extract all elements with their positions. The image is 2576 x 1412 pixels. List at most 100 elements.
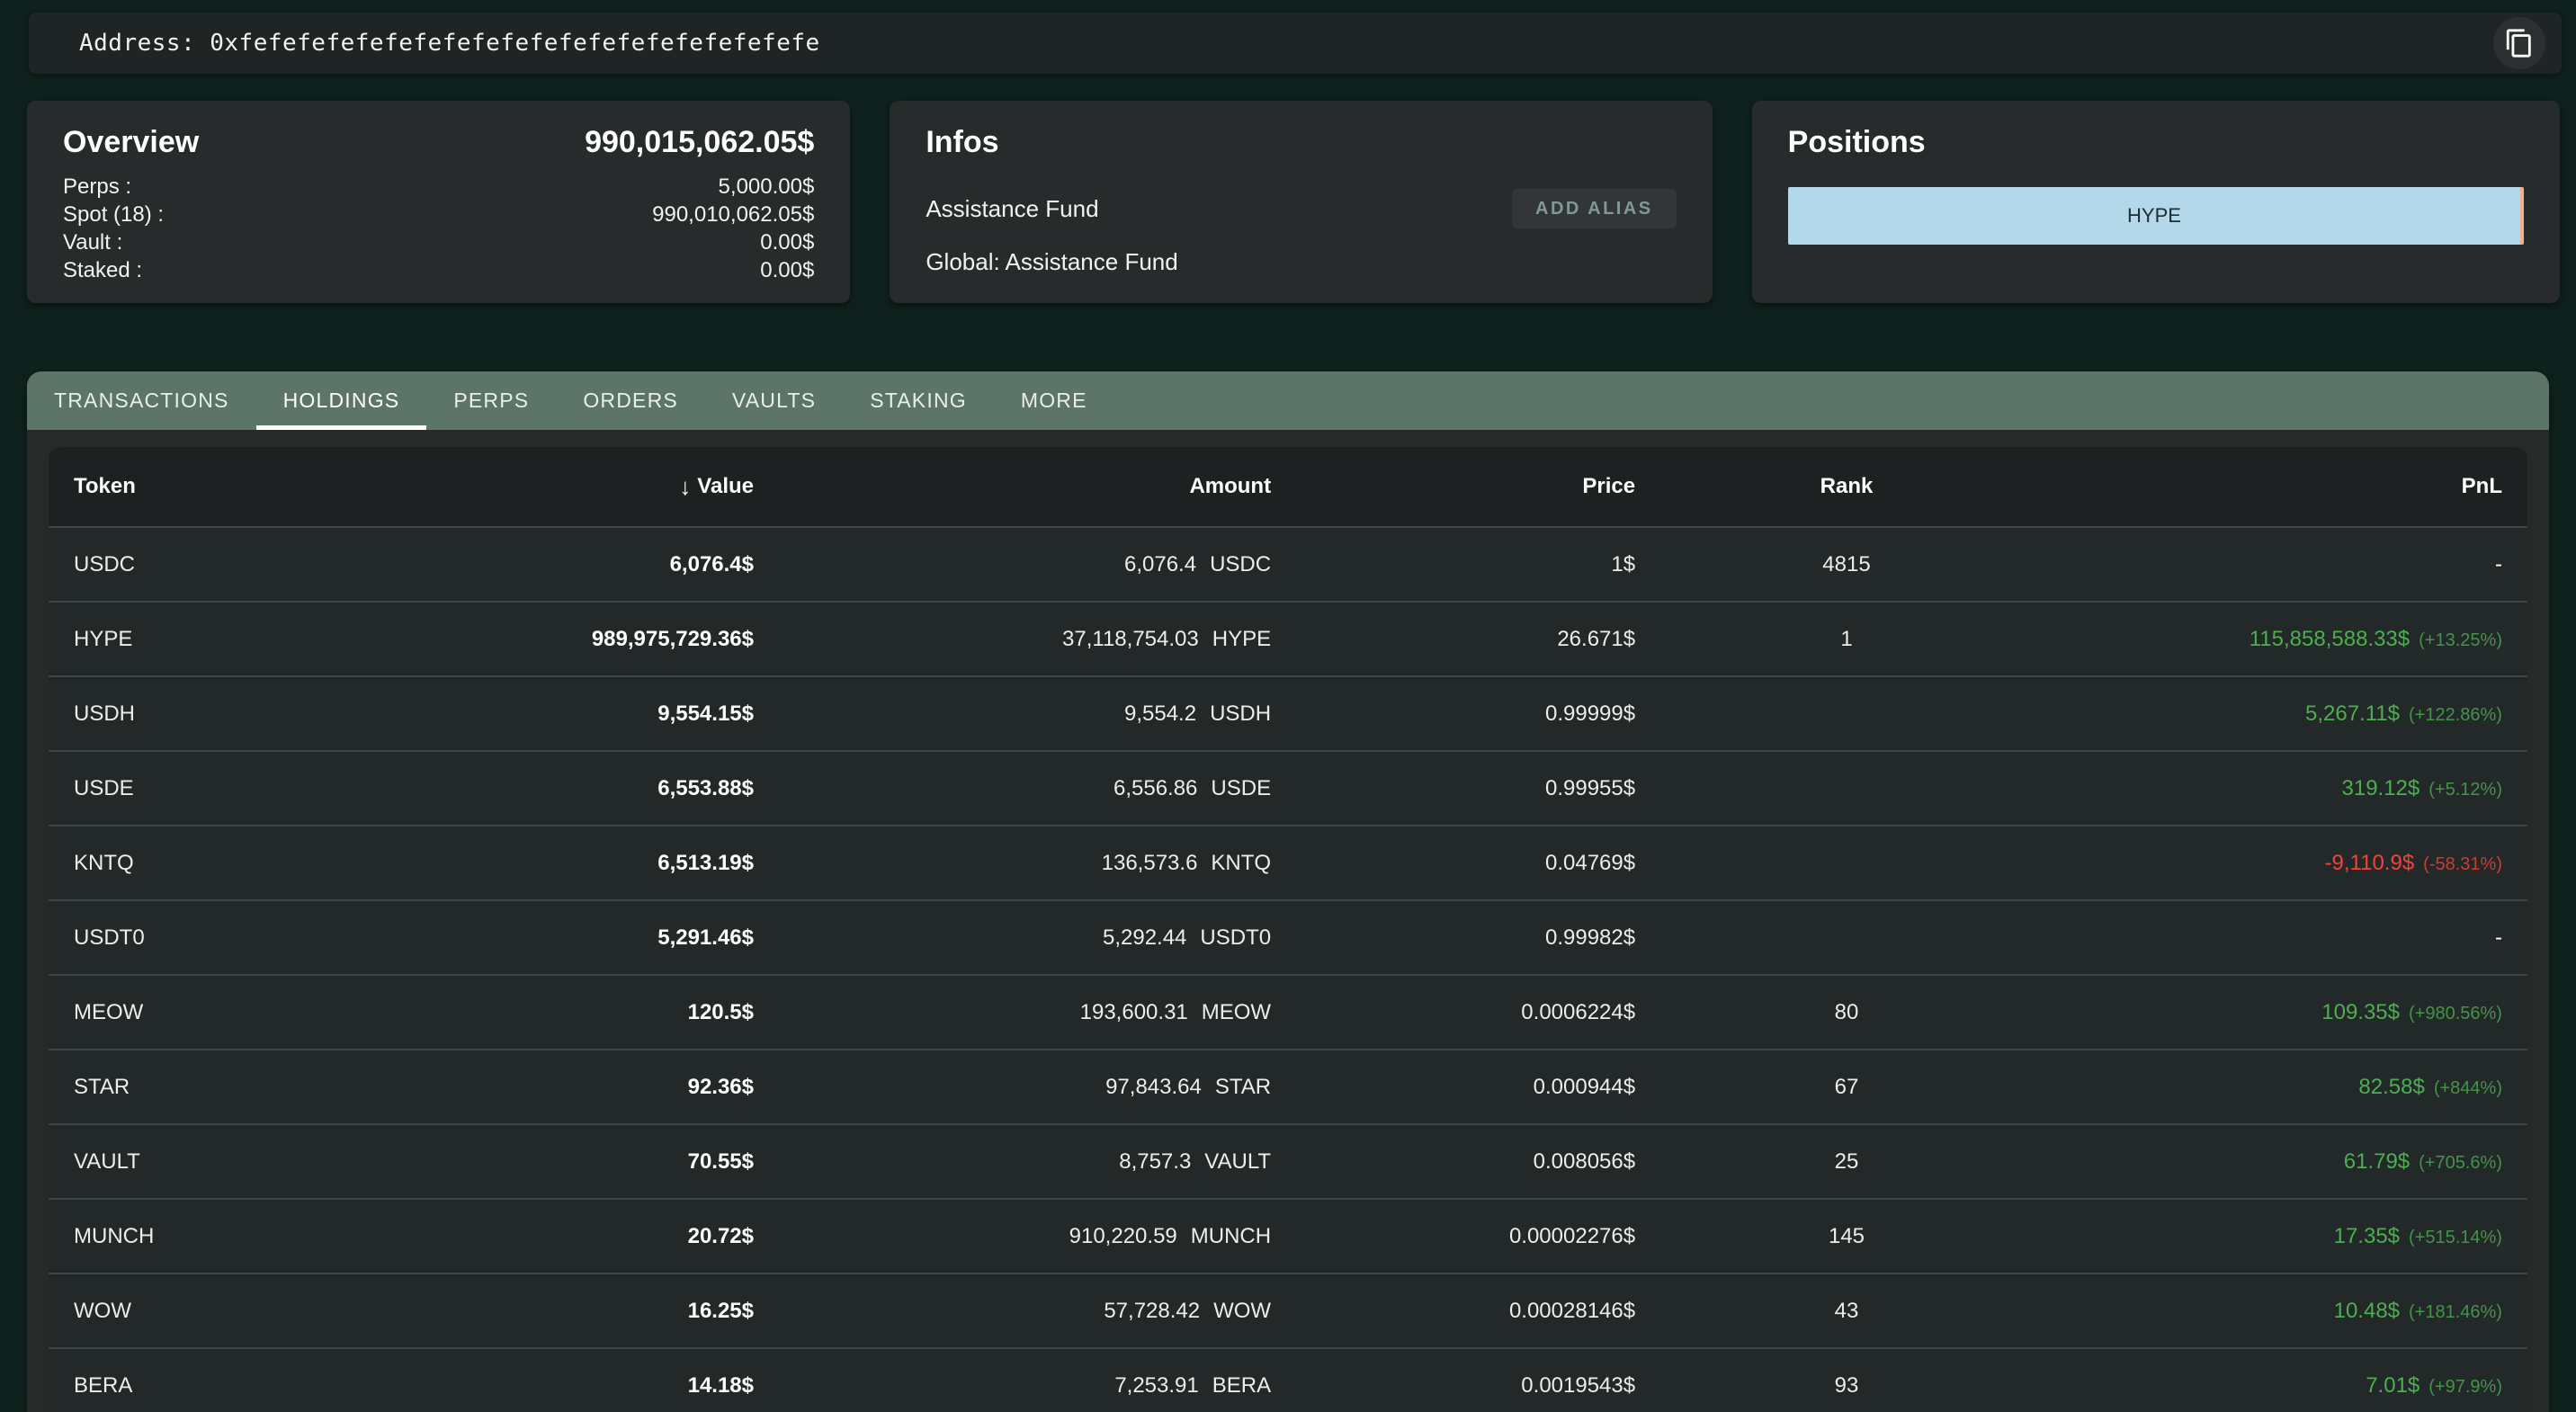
amount-symbol: USDC <box>1210 552 1271 577</box>
copy-icon <box>2504 28 2535 58</box>
amount-symbol: USDT0 <box>1200 925 1271 951</box>
pnl-percent: (+705.6%) <box>2419 1153 2502 1174</box>
cell-value: 6,076.4$ <box>389 552 754 577</box>
position-segment[interactable]: HYPE <box>1788 187 2521 245</box>
cell-price: 0.99955$ <box>1271 776 1635 801</box>
position-segment[interactable] <box>2520 187 2524 245</box>
table-row[interactable]: USDC 6,076.4$ 6,076.4 USDC 1$ 4815 - <box>49 526 2527 601</box>
table-row[interactable]: KNTQ 6,513.19$ 136,573.6 KNTQ 0.04769$ -… <box>49 825 2527 899</box>
cell-pnl: - <box>2058 925 2502 951</box>
pnl-value: 82.58$ <box>2358 1075 2424 1100</box>
column-header-pnl[interactable]: PnL <box>2058 474 2502 499</box>
cell-token: STAR <box>74 1075 389 1100</box>
overview-row-value: 5,000.00$ <box>719 173 815 201</box>
column-header-price[interactable]: Price <box>1271 474 1635 499</box>
pnl-value: 5,267.11$ <box>2305 702 2400 727</box>
table-row[interactable]: USDT0 5,291.46$ 5,292.44 USDT0 0.99982$ … <box>49 899 2527 974</box>
cell-amount: 910,220.59 MUNCH <box>754 1224 1271 1249</box>
position-segment-label: HYPE <box>2127 204 2181 228</box>
sort-desc-icon: ↓ <box>679 473 691 501</box>
positions-card: Positions HYPE <box>1752 101 2560 303</box>
pnl-percent: (+97.9%) <box>2428 1377 2502 1398</box>
column-header-rank[interactable]: Rank <box>1635 474 2058 499</box>
overview-row-value: 990,010,062.05$ <box>652 201 814 228</box>
overview-row: Staked : 0.00$ <box>63 256 814 284</box>
holdings-table: Token ↓ Value Amount Price Rank PnL USDC… <box>49 447 2527 1412</box>
amount-number: 97,843.64 <box>1105 1075 1202 1100</box>
cell-amount: 6,556.86 USDE <box>754 776 1271 801</box>
infos-title: Infos <box>926 122 998 162</box>
copy-address-button[interactable] <box>2493 17 2545 69</box>
address-bar: Address: 0xfefefefefefefefefefefefefefef… <box>29 13 2562 74</box>
cell-amount: 9,554.2 USDH <box>754 702 1271 727</box>
cell-price: 0.99999$ <box>1271 702 1635 727</box>
cell-price: 0.04769$ <box>1271 851 1635 876</box>
cell-value: 989,975,729.36$ <box>389 627 754 652</box>
cell-token: WOW <box>74 1299 389 1324</box>
infos-card: Infos Assistance Fund ADD ALIAS Global: … <box>890 101 1712 303</box>
overview-row-value: 0.00$ <box>760 256 814 284</box>
positions-bar: HYPE <box>1788 187 2524 245</box>
table-row[interactable]: HYPE 989,975,729.36$ 37,118,754.03 HYPE … <box>49 601 2527 675</box>
cell-rank: 1 <box>1635 627 2058 652</box>
column-header-token[interactable]: Token <box>74 474 389 499</box>
cell-rank: 80 <box>1635 1000 2058 1025</box>
pnl-percent: (+181.46%) <box>2409 1302 2502 1323</box>
cell-pnl: 5,267.11$ (+122.86%) <box>2058 702 2502 727</box>
table-row[interactable]: STAR 92.36$ 97,843.64 STAR 0.000944$ 67 … <box>49 1049 2527 1123</box>
cell-token: HYPE <box>74 627 389 652</box>
amount-symbol: USDH <box>1210 702 1271 727</box>
cell-amount: 6,076.4 USDC <box>754 552 1271 577</box>
cell-rank: 67 <box>1635 1075 2058 1100</box>
pnl-value: 109.35$ <box>2321 1000 2400 1025</box>
table-row[interactable]: MUNCH 20.72$ 910,220.59 MUNCH 0.00002276… <box>49 1198 2527 1273</box>
amount-symbol: HYPE <box>1212 627 1271 652</box>
global-alias-text: Global: Assistance Fund <box>926 248 1676 276</box>
tab[interactable]: VAULTS <box>705 371 843 430</box>
table-row[interactable]: VAULT 70.55$ 8,757.3 VAULT 0.008056$ 25 … <box>49 1123 2527 1198</box>
tab[interactable]: TRANSACTIONS <box>27 371 256 430</box>
cell-token: USDT0 <box>74 925 389 951</box>
pnl-value: - <box>2495 552 2502 577</box>
cell-token: USDH <box>74 702 389 727</box>
tab[interactable]: HOLDINGS <box>256 371 427 430</box>
amount-symbol: VAULT <box>1204 1149 1271 1175</box>
amount-number: 7,253.91 <box>1114 1373 1198 1399</box>
amount-number: 910,220.59 <box>1069 1224 1177 1249</box>
address-label: Address: <box>79 30 195 57</box>
cell-token: MEOW <box>74 1000 389 1025</box>
cell-token: USDE <box>74 776 389 801</box>
tab[interactable]: PERPS <box>426 371 556 430</box>
amount-number: 5,292.44 <box>1103 925 1186 951</box>
overview-row-label: Vault : <box>63 228 122 256</box>
table-row[interactable]: MEOW 120.5$ 193,600.31 MEOW 0.0006224$ 8… <box>49 974 2527 1049</box>
cell-amount: 7,253.91 BERA <box>754 1373 1271 1399</box>
column-header-value[interactable]: ↓ Value <box>389 473 754 501</box>
tab[interactable]: STAKING <box>843 371 994 430</box>
cell-value: 92.36$ <box>389 1075 754 1100</box>
tab[interactable]: MORE <box>994 371 1114 430</box>
tab[interactable]: ORDERS <box>556 371 705 430</box>
cell-pnl: 61.79$ (+705.6%) <box>2058 1149 2502 1175</box>
add-alias-button[interactable]: ADD ALIAS <box>1512 189 1677 228</box>
table-row[interactable]: USDH 9,554.15$ 9,554.2 USDH 0.99999$ 5,2… <box>49 675 2527 750</box>
holdings-panel: TRANSACTIONS HOLDINGS PERPS ORDERS VAULT… <box>27 371 2549 1412</box>
column-header-amount[interactable]: Amount <box>754 474 1271 499</box>
table-row[interactable]: WOW 16.25$ 57,728.42 WOW 0.00028146$ 43 … <box>49 1273 2527 1347</box>
cell-value: 120.5$ <box>389 1000 754 1025</box>
table-row[interactable]: USDE 6,553.88$ 6,556.86 USDE 0.99955$ 31… <box>49 750 2527 825</box>
amount-number: 193,600.31 <box>1080 1000 1188 1025</box>
table-row[interactable]: BERA 14.18$ 7,253.91 BERA 0.0019543$ 93 … <box>49 1347 2527 1412</box>
cell-amount: 97,843.64 STAR <box>754 1075 1271 1100</box>
address-value: 0xfefefefefefefefefefefefefefefefefefefe… <box>210 30 819 57</box>
cell-rank: 4815 <box>1635 552 2058 577</box>
pnl-percent: (+515.14%) <box>2409 1228 2502 1248</box>
amount-symbol: KNTQ <box>1211 851 1271 876</box>
cell-value: 16.25$ <box>389 1299 754 1324</box>
amount-number: 6,556.86 <box>1114 776 1197 801</box>
cell-pnl: - <box>2058 552 2502 577</box>
amount-symbol: WOW <box>1213 1299 1271 1324</box>
cell-price: 0.0019543$ <box>1271 1373 1635 1399</box>
cell-rank: 145 <box>1635 1224 2058 1249</box>
cell-price: 0.99982$ <box>1271 925 1635 951</box>
